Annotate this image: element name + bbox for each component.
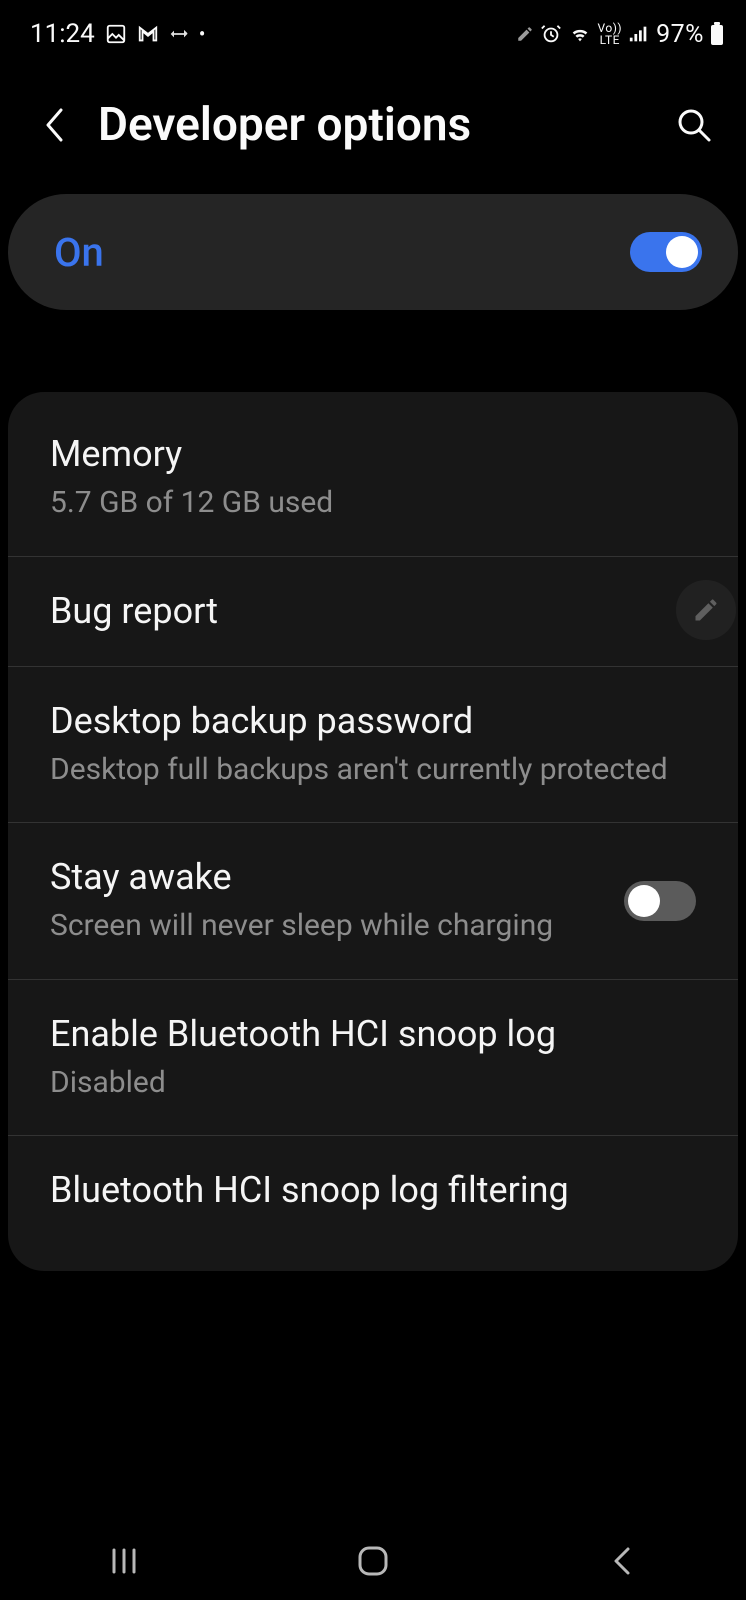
alarm-icon bbox=[540, 23, 562, 45]
row-title: Desktop backup password bbox=[50, 699, 696, 744]
row-title: Enable Bluetooth HCI snoop log bbox=[50, 1012, 696, 1057]
status-time: 11:24 bbox=[30, 19, 95, 49]
status-bar-right: Vo))LTE 97% bbox=[516, 20, 725, 49]
status-bar: 11:24 • Vo))LTE 97% bbox=[0, 0, 746, 54]
row-subtitle: Disabled bbox=[50, 1063, 696, 1104]
nav-home-button[interactable] bbox=[343, 1541, 403, 1581]
nav-back-button[interactable] bbox=[592, 1541, 652, 1581]
signal-icon bbox=[628, 23, 650, 45]
app-bar: Developer options bbox=[0, 54, 746, 182]
sync-icon bbox=[169, 24, 189, 44]
row-title: Memory bbox=[50, 432, 696, 477]
status-bar-left: 11:24 • bbox=[30, 19, 206, 49]
battery-percent: 97% bbox=[656, 20, 704, 49]
battery-icon bbox=[710, 22, 724, 46]
gallery-icon bbox=[105, 23, 127, 45]
wifi-icon bbox=[568, 23, 592, 45]
navigation-bar bbox=[0, 1522, 746, 1600]
pencil-icon bbox=[692, 596, 720, 624]
settings-panel: Memory 5.7 GB of 12 GB used Bug report D… bbox=[8, 392, 738, 1271]
row-subtitle: Desktop full backups aren't currently pr… bbox=[50, 750, 696, 791]
stay-awake-switch[interactable] bbox=[624, 881, 696, 921]
row-title: Bluetooth HCI snoop log filtering bbox=[50, 1168, 696, 1213]
row-title: Bug report bbox=[50, 589, 696, 634]
more-dot-icon: • bbox=[199, 22, 206, 46]
master-toggle-switch[interactable] bbox=[630, 232, 702, 272]
row-desktop-backup-password[interactable]: Desktop backup password Desktop full bac… bbox=[8, 667, 738, 824]
row-stay-awake[interactable]: Stay awake Screen will never sleep while… bbox=[8, 823, 738, 980]
search-button[interactable] bbox=[672, 103, 716, 147]
back-button[interactable] bbox=[38, 105, 70, 145]
gmail-icon bbox=[137, 23, 159, 45]
page-title: Developer options bbox=[98, 98, 644, 152]
master-toggle-label: On bbox=[54, 229, 104, 276]
row-memory[interactable]: Memory 5.7 GB of 12 GB used bbox=[8, 400, 738, 557]
row-title: Stay awake bbox=[50, 855, 604, 900]
network-label: Vo))LTE bbox=[598, 22, 623, 46]
row-bluetooth-hci-filtering[interactable]: Bluetooth HCI snoop log filtering bbox=[8, 1136, 738, 1245]
master-toggle[interactable]: On bbox=[8, 194, 738, 310]
nav-recents-button[interactable] bbox=[94, 1541, 154, 1581]
row-subtitle: Screen will never sleep while charging bbox=[50, 906, 604, 947]
row-bug-report[interactable]: Bug report bbox=[8, 557, 738, 667]
row-bluetooth-hci-snoop-log[interactable]: Enable Bluetooth HCI snoop log Disabled bbox=[8, 980, 738, 1137]
row-subtitle: 5.7 GB of 12 GB used bbox=[50, 483, 696, 524]
floating-edit-button[interactable] bbox=[676, 580, 736, 640]
pen-icon bbox=[516, 25, 534, 43]
